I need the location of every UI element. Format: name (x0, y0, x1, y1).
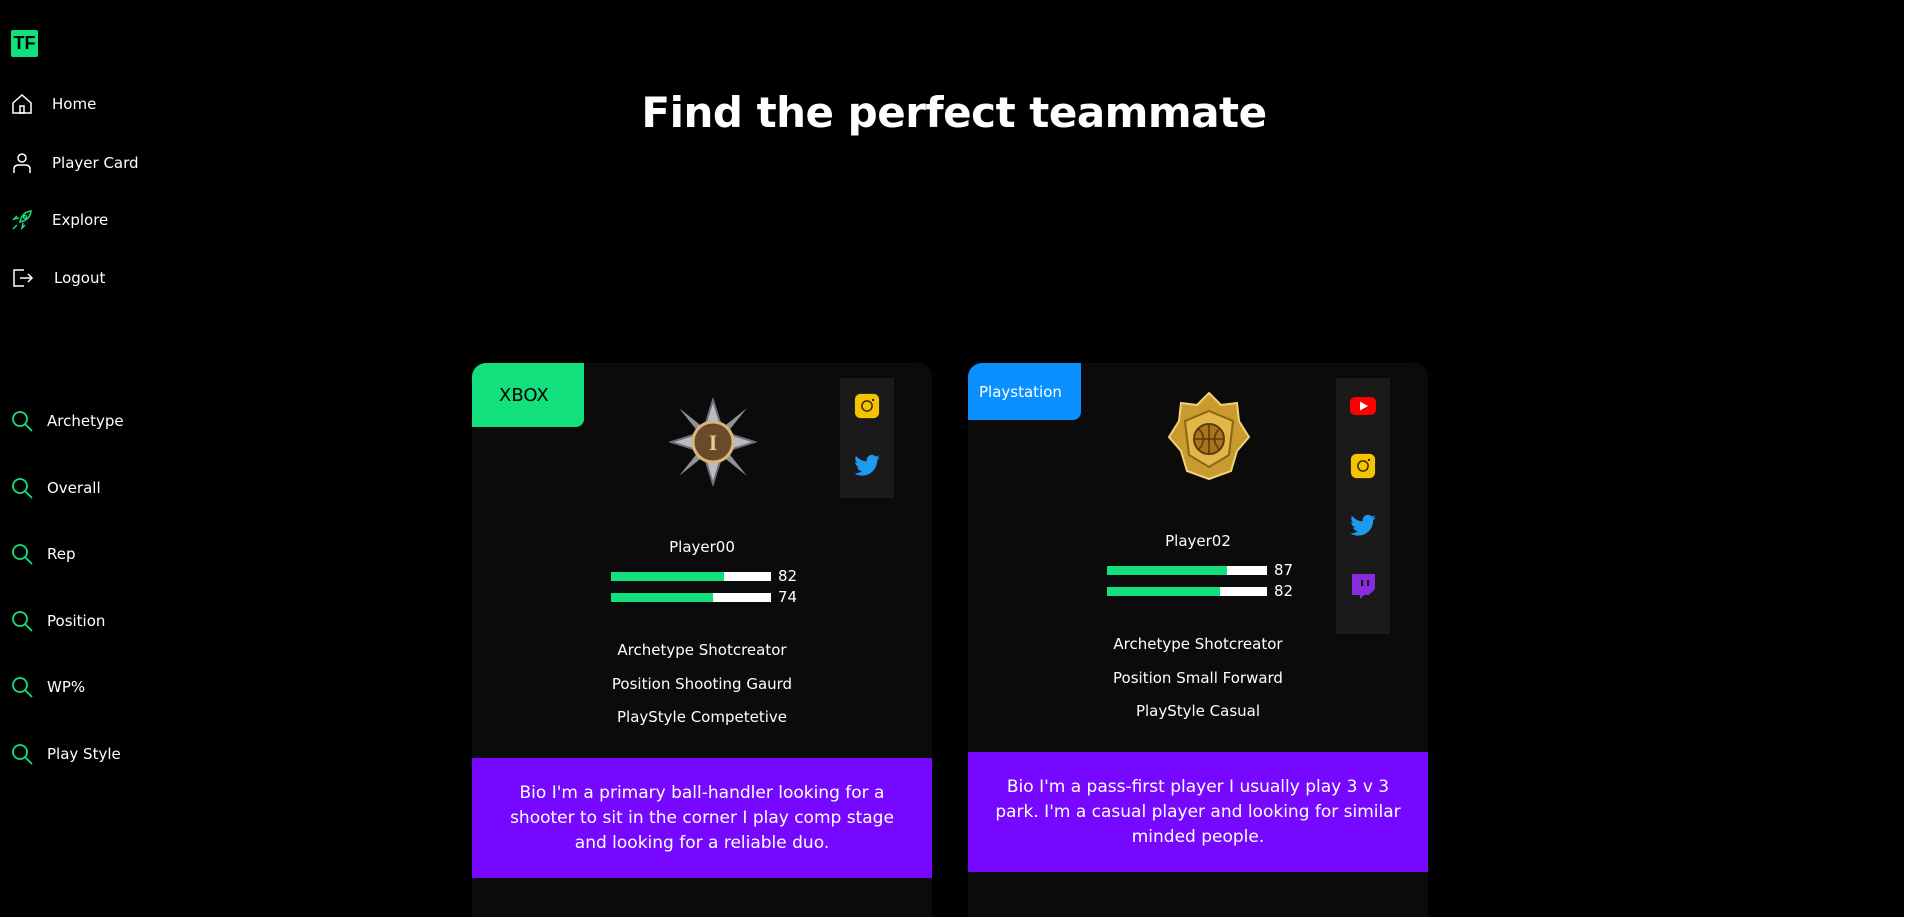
filter-label: Archetype (47, 412, 124, 430)
archetype-text: Archetype Shotcreator (1113, 635, 1283, 653)
filter-label: WP% (47, 678, 86, 696)
stat-row: 74 (611, 588, 797, 606)
twitter-icon[interactable] (853, 452, 881, 480)
search-icon (12, 677, 33, 698)
filter-wp[interactable]: WP% (10, 675, 85, 699)
nav-item-logout[interactable]: Logout (10, 266, 105, 290)
stat-bar (611, 592, 771, 602)
filter-position[interactable]: Position (10, 609, 105, 633)
logout-icon (13, 269, 34, 287)
archetype-text: Archetype Shotcreator (617, 641, 787, 659)
player-card[interactable]: XBOX I Player00 82 74 Archetype Shotcrea… (472, 363, 932, 917)
search-icon (12, 411, 33, 432)
scrollbar[interactable] (1904, 0, 1908, 917)
filter-label: Play Style (47, 745, 121, 763)
stat-value: 87 (1274, 561, 1294, 579)
stat-bar-fill (1107, 586, 1220, 596)
filter-archetype[interactable]: Archetype (10, 409, 124, 433)
stat-bar-fill (611, 571, 724, 581)
player-card[interactable]: Playstation Player02 87 82 Archetype Sho… (968, 363, 1428, 917)
filter-label: Rep (47, 545, 76, 563)
user-icon (13, 153, 31, 173)
stat-bar-fill (611, 592, 713, 602)
search-icon (12, 744, 33, 765)
player-name: Player00 (669, 538, 735, 556)
social-links (1336, 378, 1390, 634)
app-logo[interactable]: TF (11, 30, 38, 57)
silver-star-emblem-icon: I (669, 398, 757, 486)
platform-label: XBOX (499, 384, 549, 406)
filter-play-style[interactable]: Play Style (10, 742, 121, 766)
search-icon (12, 478, 33, 499)
stat-bar (611, 571, 771, 581)
search-icon (12, 544, 33, 565)
playstyle-text: PlayStyle Competetive (616, 708, 787, 726)
position-text: Position Shooting Gaurd (611, 675, 793, 693)
nav-item-player-card[interactable]: Player Card (10, 151, 139, 175)
youtube-icon[interactable] (1349, 392, 1377, 420)
filter-rep[interactable]: Rep (10, 542, 76, 566)
stat-row: 82 (1107, 582, 1293, 600)
player-name: Player02 (1165, 532, 1231, 550)
stat-bar-fill (1107, 565, 1227, 575)
platform-label: Playstation (979, 382, 1062, 401)
svg-text:I: I (709, 430, 718, 455)
nav-label: Player Card (52, 154, 139, 172)
instagram-icon[interactable] (853, 392, 881, 420)
bio-text: Bio I'm a primary ball-handler looking f… (472, 758, 932, 878)
nav-item-explore[interactable]: Explore (10, 208, 108, 232)
stat-value: 74 (778, 588, 798, 606)
stat-row: 82 (611, 567, 797, 585)
instagram-icon[interactable] (1349, 452, 1377, 480)
gold-basketball-emblem-icon (1167, 391, 1251, 481)
nav-label: Explore (52, 211, 109, 229)
stat-row: 87 (1107, 561, 1293, 579)
filter-label: Overall (47, 479, 101, 497)
stat-value: 82 (1274, 582, 1294, 600)
twitch-icon[interactable] (1349, 572, 1377, 600)
filter-overall[interactable]: Overall (10, 476, 101, 500)
platform-badge: XBOX (472, 363, 584, 427)
nav-label: Logout (54, 269, 106, 287)
stat-value: 82 (778, 567, 798, 585)
bio-text: Bio I'm a pass-first player I usually pl… (968, 752, 1428, 872)
page-title: Find the perfect teammate (641, 88, 1267, 137)
logo-text: TF (13, 33, 36, 53)
rocket-icon (11, 210, 32, 231)
playstyle-text: PlayStyle Casual (1135, 702, 1261, 720)
social-links (840, 378, 894, 498)
stat-bar (1107, 565, 1267, 575)
platform-badge: Playstation (968, 363, 1081, 420)
search-icon (12, 611, 33, 632)
stat-bar (1107, 586, 1267, 596)
position-text: Position Small Forward (1113, 669, 1283, 687)
filter-label: Position (47, 612, 106, 630)
